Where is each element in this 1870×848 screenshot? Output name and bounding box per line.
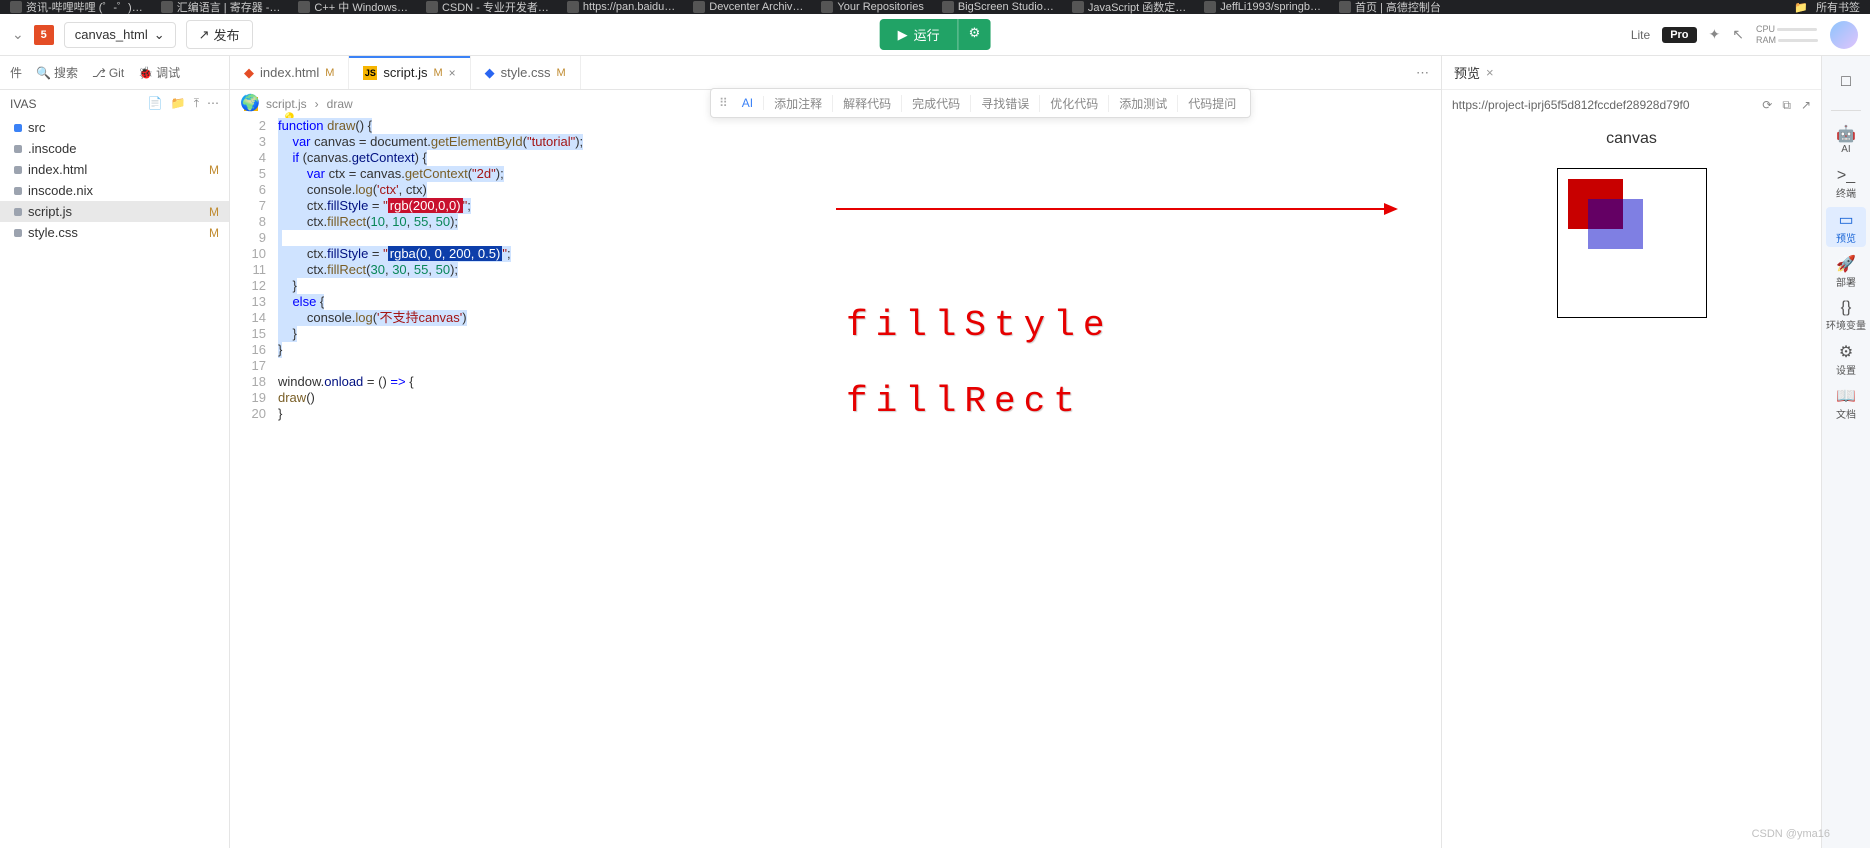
tabs-more-icon[interactable]: ⋯ (1404, 56, 1441, 89)
sidebar-item-预览[interactable]: ▭预览 (1826, 207, 1866, 247)
helper-ai[interactable]: AI (732, 96, 764, 110)
tree-item-.inscode[interactable]: .inscode (0, 138, 229, 159)
project-title: IVAS (10, 97, 36, 111)
preview-panel: 预览 × https://project-iprj65f5d812fccdef2… (1442, 56, 1822, 848)
project-name: canvas_html (75, 27, 148, 42)
browser-tab[interactable]: 汇编语言 | 寄存器 -… (161, 0, 281, 14)
browser-tab[interactable]: 资讯-哔哩哔哩 (゜-゜)… (10, 0, 143, 14)
blue-rect (1588, 199, 1643, 249)
upload-icon[interactable]: ⤒ (194, 96, 199, 111)
sidebar-item-设置[interactable]: ⚙设置 (1826, 339, 1866, 379)
helper-item[interactable]: 寻找错误 (971, 95, 1040, 112)
pro-badge[interactable]: Pro (1662, 27, 1696, 43)
resource-meters: CPU RAM (1756, 24, 1818, 45)
preview-url[interactable]: https://project-iprj65f5d812fccdef28928d… (1452, 98, 1752, 112)
sidebar-item-panel[interactable]: □ (1826, 62, 1866, 102)
close-icon[interactable]: × (449, 66, 456, 80)
breadcrumb-symbol[interactable]: draw (327, 97, 353, 111)
browser-tab[interactable]: CSDN - 专业开发者… (426, 0, 549, 14)
browser-tab[interactable]: JavaScript 函数定… (1072, 0, 1186, 14)
tree-item-style.css[interactable]: style.cssM (0, 222, 229, 243)
tab-index.html[interactable]: ◆index.htmlM (230, 56, 349, 89)
helper-item[interactable]: 添加测试 (1109, 95, 1178, 112)
file-explorer: 件 🔍搜索 ⎇ Git 🐞调试 IVAS 📄 📁 ⤒ ⋯ src.inscode… (0, 56, 230, 848)
ai-helper-bar: ⠿ AI 添加注释 解释代码 完成代码 寻找错误 优化代码 添加测试 代码提问 (710, 88, 1251, 118)
helper-item[interactable]: 优化代码 (1040, 95, 1109, 112)
avatar[interactable] (1830, 21, 1858, 49)
annotation-fillstyle: fillStyle (846, 318, 1112, 334)
run-button[interactable]: ▶运行 (880, 19, 958, 50)
copy-icon[interactable]: ⧉ (1782, 98, 1791, 113)
code-editor[interactable]: 234567891011121314151617181920 function … (230, 118, 1441, 848)
project-selector[interactable]: canvas_html ⌄ (64, 22, 176, 48)
browser-tab[interactable]: BigScreen Studio… (942, 1, 1054, 13)
chevron-down-icon[interactable]: ⌄ (12, 26, 24, 43)
preview-page-title: canvas (1606, 130, 1657, 148)
chevron-down-icon: ⌄ (154, 27, 165, 43)
annotation-fillrect: fillRect (846, 394, 1083, 410)
watermark: CSDN @yma16 (1752, 828, 1830, 840)
helper-item[interactable]: 解释代码 (833, 95, 902, 112)
new-folder-icon[interactable]: 📁 (171, 96, 186, 111)
sidebar-item-环境变量[interactable]: {}环境变量 (1826, 295, 1866, 335)
editor-panel: ◆index.htmlMJSscript.jsM×◆style.cssM ⋯ JS… (230, 56, 1442, 848)
canvas-preview (1557, 168, 1707, 318)
editor-tabs: ◆index.htmlMJSscript.jsM×◆style.cssM ⋯ (230, 56, 1441, 90)
search-action[interactable]: 🔍搜索 (36, 64, 78, 81)
compass-icon[interactable]: ✦ (1709, 26, 1721, 43)
tree-item-inscode.nix[interactable]: inscode.nix (0, 180, 229, 201)
sidebar-item-终端[interactable]: >_终端 (1826, 163, 1866, 203)
breadcrumb-file[interactable]: script.js (266, 97, 307, 111)
browser-tab[interactable]: C++ 中 Windows… (298, 0, 408, 14)
tab-script.js[interactable]: JSscript.jsM× (349, 56, 470, 89)
ide-toolbar: ⌄ 5 canvas_html ⌄ ↗ 发布 ▶运行 ⚙ Lite Pro ✦ … (0, 14, 1870, 56)
browser-tab[interactable]: https://pan.baidu… (567, 1, 675, 13)
rocket-icon: ↗ (199, 27, 210, 43)
browser-tab-strip: 资讯-哔哩哔哩 (゜-゜)… 汇编语言 | 寄存器 -… C++ 中 Windo… (0, 0, 1870, 14)
tree-item-index.html[interactable]: index.htmlM (0, 159, 229, 180)
publish-button[interactable]: ↗ 发布 (186, 20, 253, 49)
tab-style.css[interactable]: ◆style.cssM (471, 56, 581, 89)
lite-badge: Lite (1631, 28, 1650, 42)
browser-tab[interactable]: JeffLi1993/springb… (1204, 1, 1321, 13)
breadcrumb: JS 🌍 script.js › draw 💡 ⠿ AI 添加注释 解释代码 完… (230, 90, 1441, 118)
more-icon[interactable]: ⋯ (207, 96, 219, 111)
globe-icon: 🌍 (240, 93, 260, 113)
helper-item[interactable]: 代码提问 (1178, 95, 1246, 112)
html5-icon: 5 (34, 25, 54, 45)
browser-tab[interactable]: Devcenter Archiv… (693, 1, 803, 13)
sidebar-item-部署[interactable]: 🚀部署 (1826, 251, 1866, 291)
open-external-icon[interactable]: ↗ (1801, 98, 1811, 112)
run-settings-button[interactable]: ⚙ (958, 19, 991, 50)
preview-title: 预览 (1454, 63, 1480, 82)
close-icon[interactable]: × (1486, 65, 1494, 80)
drag-handle-icon[interactable]: ⠿ (715, 96, 732, 110)
all-bookmarks[interactable]: 📁所有书签 (1794, 0, 1860, 14)
helper-item[interactable]: 添加注释 (764, 95, 833, 112)
browser-tab[interactable]: Your Repositories (821, 1, 923, 13)
sidebar-item-AI[interactable]: 🤖AI (1826, 119, 1866, 159)
git-action[interactable]: ⎇ Git (92, 66, 124, 80)
debug-action[interactable]: 🐞调试 (138, 64, 180, 81)
browser-tab[interactable]: 首页 | 高德控制台 (1339, 0, 1441, 14)
sidebar-item-文档[interactable]: 📖文档 (1826, 383, 1866, 423)
right-sidebar: □ 🤖AI>_终端▭预览🚀部署{}环境变量⚙设置📖文档 (1822, 56, 1870, 848)
refresh-icon[interactable]: ⟳ (1762, 98, 1772, 112)
tree-item-src[interactable]: src (0, 117, 229, 138)
helper-item[interactable]: 完成代码 (902, 95, 971, 112)
cursor-icon[interactable]: ↖ (1732, 26, 1744, 43)
gear-icon: ⚙ (969, 25, 981, 40)
new-file-icon[interactable]: 📄 (148, 96, 163, 111)
file-action[interactable]: 件 (10, 64, 22, 81)
play-icon: ▶ (898, 27, 908, 43)
annotation-arrow (836, 208, 1396, 210)
tree-item-script.js[interactable]: script.jsM (0, 201, 229, 222)
